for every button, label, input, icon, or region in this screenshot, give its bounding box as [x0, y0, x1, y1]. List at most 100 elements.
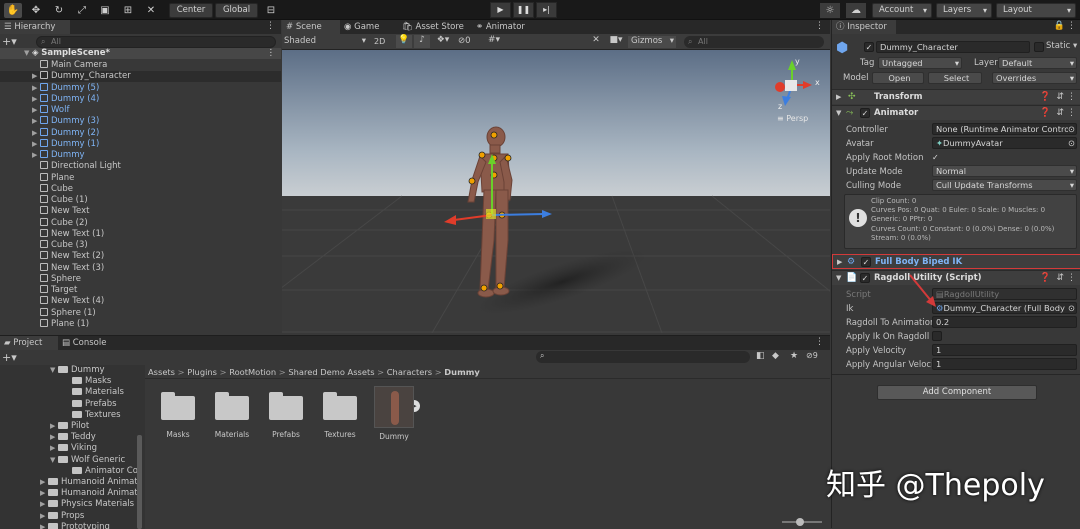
- object-picker-icon[interactable]: ⊙: [1068, 303, 1075, 313]
- expand-arrow-icon[interactable]: ▶: [32, 150, 40, 161]
- layout-dropdown[interactable]: Layout: [996, 3, 1076, 18]
- preset-icon[interactable]: ⇵: [1056, 108, 1064, 118]
- object-name-input[interactable]: Dummy_Character: [876, 41, 1030, 53]
- tab-inspector[interactable]: ⓘ Inspector: [832, 20, 896, 34]
- ragdoll-to-animation-input[interactable]: 0.2: [932, 316, 1077, 328]
- hierarchy-item[interactable]: New Text (3): [0, 262, 281, 274]
- project-menu-icon[interactable]: ⋮: [815, 337, 824, 347]
- hierarchy-item[interactable]: ▶ Dummy (2): [0, 127, 281, 139]
- hierarchy-item[interactable]: Sphere (1): [0, 307, 281, 319]
- gizmos-dropdown[interactable]: Gizmos ▾: [628, 36, 676, 48]
- hierarchy-item[interactable]: Cube: [0, 183, 281, 195]
- expand-arrow-icon[interactable]: ▶: [32, 139, 40, 150]
- rect-tool-icon[interactable]: ▣: [96, 3, 114, 18]
- 2d-toggle[interactable]: 2D: [374, 36, 392, 48]
- transform-component-header[interactable]: ▶ ✣ Transform ❓ ⇵ ⋮: [832, 89, 1080, 104]
- hierarchy-menu-icon[interactable]: ⋮: [266, 21, 275, 31]
- hierarchy-item[interactable]: Plane (1): [0, 318, 281, 330]
- persp-label[interactable]: ≡ Persp: [777, 114, 808, 123]
- preset-icon[interactable]: ⇵: [1056, 92, 1064, 102]
- animator-component-header[interactable]: ▼ ⤳ ✓ Animator ❓ ⇵ ⋮: [832, 105, 1080, 120]
- asset-item[interactable]: Textures: [316, 386, 364, 439]
- static-checkbox[interactable]: [1034, 42, 1044, 52]
- expand-arrow-icon[interactable]: ▶: [32, 128, 40, 139]
- scene-viewport[interactable]: y x z ≡ Persp: [282, 50, 830, 333]
- scale-tool-icon[interactable]: ⤢: [73, 3, 91, 18]
- static-label[interactable]: Static ▾: [1046, 41, 1077, 51]
- filter-by-label-icon[interactable]: ◆: [772, 351, 779, 361]
- tab-console[interactable]: ▤ Console: [58, 336, 118, 350]
- grid-toggle-icon[interactable]: #▾: [486, 35, 502, 48]
- breadcrumb-item[interactable]: Characters: [387, 367, 432, 377]
- breadcrumb-item[interactable]: Dummy: [444, 367, 480, 377]
- custom-tool-icon[interactable]: ✕: [142, 3, 160, 18]
- hierarchy-item[interactable]: ▶ Dummy (4): [0, 93, 281, 105]
- audio-toggle-icon[interactable]: ♪: [414, 35, 430, 48]
- help-icon[interactable]: ❓: [1040, 92, 1051, 102]
- shading-mode-dropdown[interactable]: Shaded ▾: [284, 36, 366, 48]
- hierarchy-item[interactable]: ▶ Wolf: [0, 105, 281, 116]
- tag-dropdown[interactable]: Untagged ▾: [878, 57, 962, 69]
- expand-arrow-icon[interactable]: ▼: [50, 365, 58, 376]
- scene-row[interactable]: ▼ ◈ SampleScene* ⋮: [0, 48, 281, 59]
- breadcrumb-item[interactable]: Assets: [148, 367, 175, 377]
- hierarchy-item[interactable]: New Text: [0, 206, 281, 217]
- lighting-toggle-icon[interactable]: 💡: [396, 35, 412, 48]
- play-button[interactable]: ▶: [490, 2, 511, 18]
- scene-menu-icon[interactable]: ⋮: [815, 21, 824, 31]
- tab-project[interactable]: ▰ Project: [0, 336, 58, 350]
- hierarchy-search-input[interactable]: ⌕ All: [36, 36, 276, 48]
- expand-arrow-icon[interactable]: ▶: [32, 71, 40, 82]
- fbbik-enabled-checkbox[interactable]: ✓: [861, 257, 871, 267]
- camera-settings-icon[interactable]: ■▾: [608, 35, 624, 48]
- project-tree-item[interactable]: Animator Cor: [64, 466, 141, 477]
- ragdoll-component-header[interactable]: ▼ 📄 ✓ Ragdoll Utility (Script) ❓ ⇵ ⋮: [832, 270, 1080, 285]
- hierarchy-item[interactable]: Sphere: [0, 273, 281, 285]
- active-checkbox[interactable]: ✓: [864, 42, 874, 52]
- project-create-button[interactable]: +▾: [2, 351, 17, 364]
- help-icon[interactable]: ❓: [1040, 108, 1051, 118]
- fbbik-component-header[interactable]: ▶ ⚙ ✓ Full Body Biped IK: [832, 254, 1080, 269]
- hierarchy-item[interactable]: ▶ Dummy (1): [0, 138, 281, 150]
- help-icon[interactable]: ❓: [1040, 273, 1051, 283]
- hierarchy-item[interactable]: New Text (1): [0, 228, 281, 240]
- tree-scrollbar[interactable]: [137, 435, 142, 529]
- hierarchy-item[interactable]: Directional Light: [0, 161, 281, 172]
- project-tree-item[interactable]: Textures: [64, 410, 121, 421]
- ragdoll-enabled-checkbox[interactable]: ✓: [860, 273, 870, 283]
- breadcrumb-item[interactable]: Plugins: [187, 367, 217, 377]
- tab-asset-store[interactable]: 🛍 Asset Store: [398, 20, 470, 34]
- hierarchy-item[interactable]: ▶ Dummy_Character: [0, 71, 281, 83]
- expand-arrow-icon[interactable]: ▶: [32, 116, 40, 127]
- tools-icon[interactable]: ✕: [588, 35, 604, 48]
- tab-animator[interactable]: ⚭ Animator: [472, 20, 542, 34]
- expand-arrow-icon[interactable]: ▶: [40, 499, 48, 510]
- hierarchy-item[interactable]: Plane: [0, 172, 281, 184]
- root-motion-checkbox[interactable]: ✓: [932, 153, 939, 162]
- layer-dropdown[interactable]: Default ▾: [998, 57, 1077, 69]
- create-button[interactable]: +▾: [2, 36, 17, 47]
- breadcrumb-item[interactable]: RootMotion: [229, 367, 276, 377]
- lock-icon[interactable]: 🔒: [1054, 21, 1065, 31]
- hierarchy-item[interactable]: Target: [0, 285, 281, 296]
- object-picker-icon[interactable]: ⊙: [1068, 138, 1075, 148]
- avatar-field[interactable]: ✦DummyAvatar ⊙: [932, 137, 1077, 149]
- project-tree-item[interactable]: ▶ Viking: [50, 443, 97, 454]
- project-tree-item[interactable]: ▶ Humanoid Animat: [40, 488, 138, 499]
- pause-button[interactable]: ❚❚: [513, 2, 534, 18]
- tab-scene[interactable]: # Scene: [282, 20, 340, 34]
- pivot-global-button[interactable]: Global: [215, 3, 258, 18]
- project-tree-item[interactable]: Materials: [64, 387, 124, 398]
- project-tree-item[interactable]: ▶ Humanoid Animat: [40, 477, 138, 488]
- apply-angular-velocity-input[interactable]: 1: [932, 358, 1077, 370]
- update-mode-dropdown[interactable]: Normal ▾: [932, 165, 1077, 177]
- hierarchy-item[interactable]: Main Camera: [0, 60, 281, 71]
- tab-game[interactable]: ◉ Game: [340, 20, 396, 34]
- project-tree-item[interactable]: ▶ Pilot: [50, 421, 89, 432]
- project-tree-item[interactable]: ▼ Dummy: [50, 365, 105, 376]
- expand-arrow-icon[interactable]: ▶: [40, 477, 48, 488]
- apply-velocity-input[interactable]: 1: [932, 344, 1077, 356]
- hierarchy-item[interactable]: Cube (2): [0, 217, 281, 229]
- project-tree-item[interactable]: ▼ Wolf Generic: [50, 455, 125, 466]
- project-tree-item[interactable]: ▶ Teddy: [50, 432, 96, 443]
